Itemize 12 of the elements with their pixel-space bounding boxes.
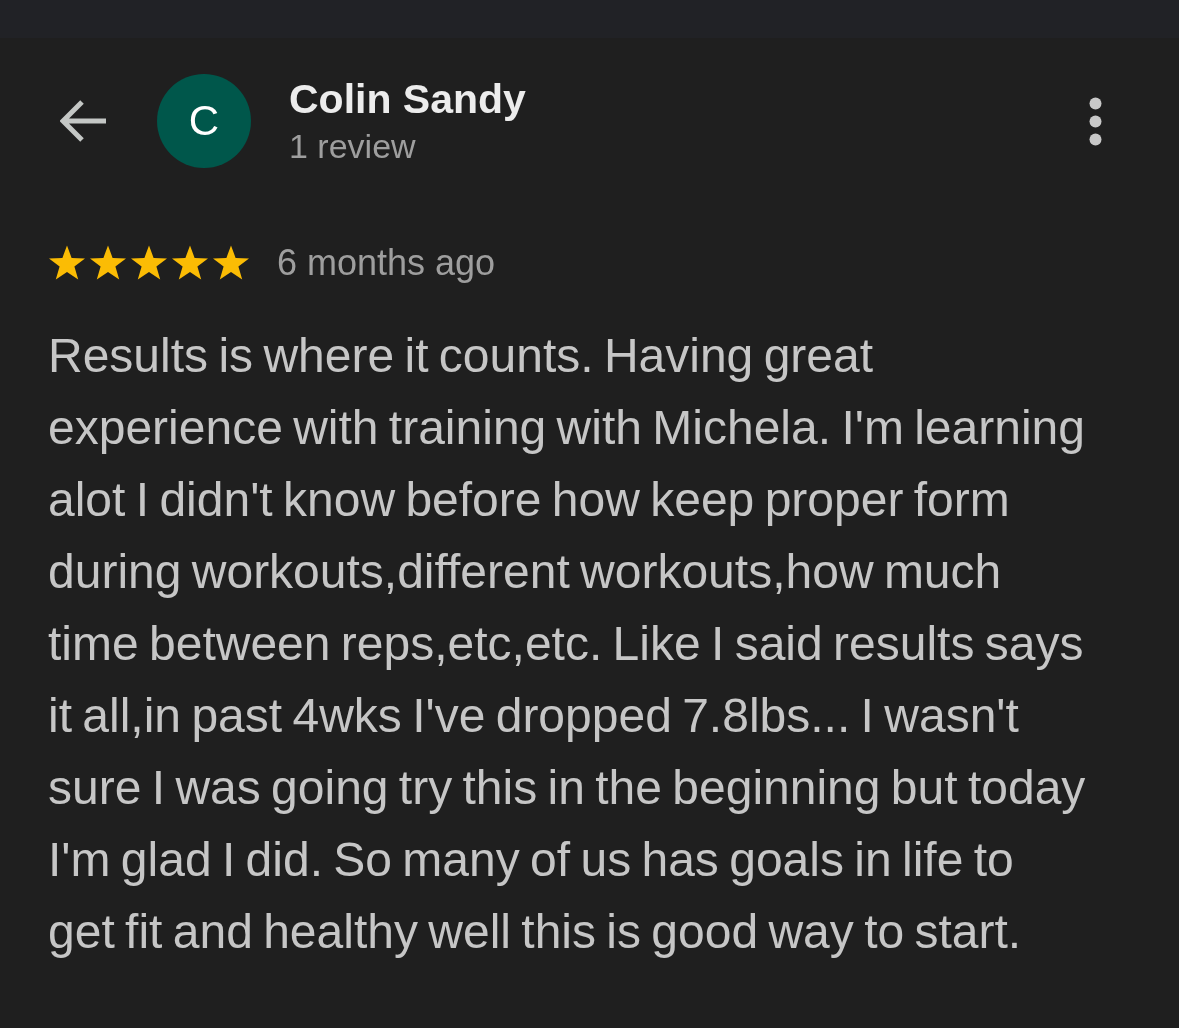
more-options-icon [1088, 96, 1102, 146]
star-icon [48, 245, 86, 281]
star-icon [130, 245, 168, 281]
star-icon [89, 245, 127, 281]
back-arrow-icon [60, 99, 108, 143]
review-time: 6 months ago [277, 243, 496, 283]
reviewer-name: Colin Sandy [289, 76, 526, 122]
star-icon [171, 245, 209, 281]
review-text: Results is where it counts. Having great experience with training with Michela. I'm learning alot I didn't know before how keep proper form during workouts,different workouts,how much time between reps,etc,etc. Like I said results says it all,in past 4wks I've dropped 7.8lbs... I wasn't sure I was going try this in the beginning but today I'm glad I did. So many of us has goals in life to get fit and healthy well this is good way to start. [48, 328, 1087, 960]
avatar: C [157, 74, 251, 168]
review-count: 1 review [289, 126, 417, 166]
star-icon [212, 245, 250, 281]
